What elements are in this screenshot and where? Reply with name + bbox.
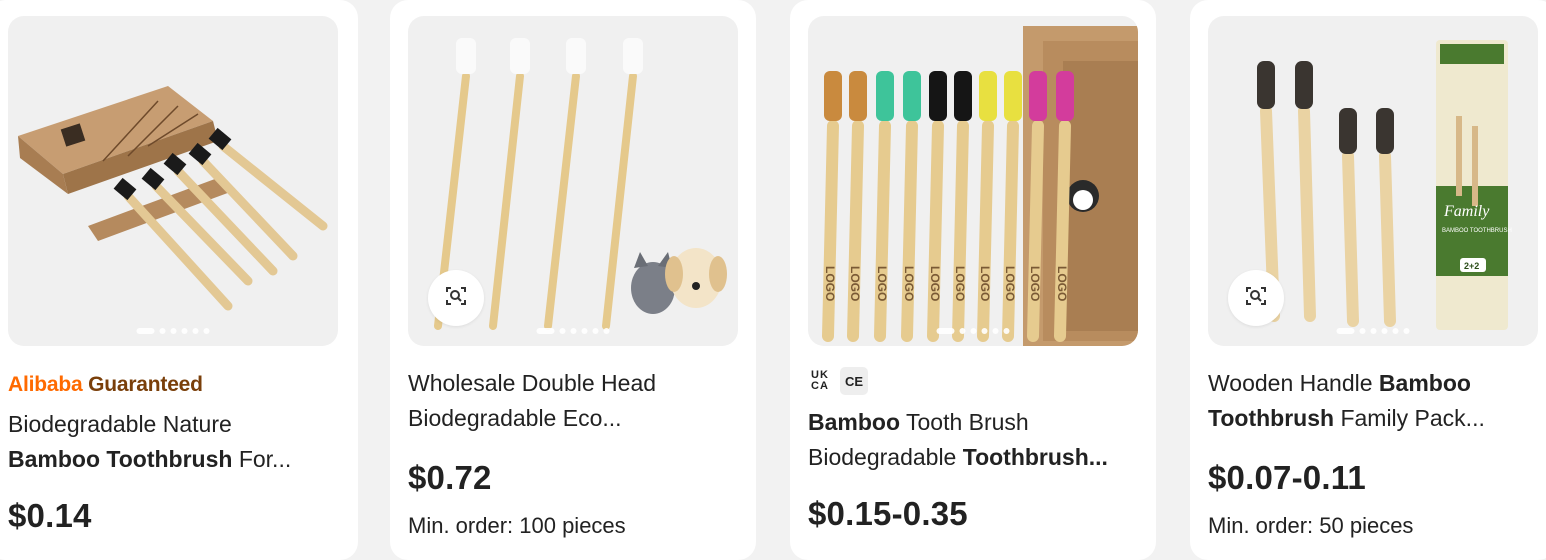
visual-search-icon (1244, 284, 1268, 313)
title-rest: Family Pack... (1340, 405, 1485, 431)
product-image[interactable] (408, 16, 738, 346)
ukca-mark-icon: UK CA (811, 369, 829, 392)
product-title[interactable]: Wholesale Double Head Biodegradable Eco.… (408, 366, 736, 436)
title-line: Wholesale Double Head (408, 370, 657, 396)
title-keyword: Bamboo (1378, 370, 1471, 396)
image-logo-text: LOGO (928, 266, 942, 301)
title-keyword: Bamboo (808, 409, 900, 435)
image-logo-text: LOGO (902, 266, 916, 301)
image-logo-text: LOGO (823, 266, 837, 301)
image-logo-text: LOGO (1028, 266, 1042, 301)
image-logo-text: LOGO (978, 266, 992, 301)
title-line: Bamboo Toothbrush For... (8, 442, 338, 477)
title-rest: Tooth Brush (905, 409, 1029, 435)
image-logo-text: LOGO (953, 266, 967, 301)
title-line: Biodegradable Toothbrush... (808, 440, 1136, 475)
box-count: 2+2 (1464, 261, 1479, 271)
title-line: Bamboo Tooth Brush (808, 405, 1136, 440)
min-order: Min. order: 50 pieces (1208, 513, 1414, 538)
product-title[interactable]: Bamboo Tooth Brush Biodegradable Toothbr… (808, 405, 1136, 475)
title-line: Biodegradable Nature (8, 411, 232, 437)
product-card[interactable]: Alibaba Guaranteed Biodegradable Nature … (0, 0, 358, 560)
product-price: $0.72 (408, 459, 492, 496)
image-logo-text: LOGO (848, 266, 862, 301)
visual-search-icon (444, 284, 468, 313)
title-line: Biodegradable Eco... (408, 405, 622, 431)
product-price: $0.15-0.35 (808, 495, 968, 532)
alibaba-label: Alibaba (8, 373, 83, 396)
image-carousel-dots[interactable] (136, 328, 210, 334)
image-carousel-dots[interactable] (536, 328, 610, 334)
image-carousel-dots[interactable] (936, 328, 1010, 334)
title-keyword: Bamboo Toothbrush (8, 446, 233, 472)
product-image[interactable]: LOGO LOGO LOGO LOGO LOGO LOGO LOGO LOGO … (808, 16, 1138, 346)
title-keyword: Toothbrush (1208, 405, 1335, 431)
title-keyword: Toothbrush... (962, 444, 1108, 470)
box-sub: BAMBOO TOOTHBRUSH (1442, 228, 1512, 234)
product-card[interactable]: Family BAMBOO TOOTHBRUSH 2+2 Wooden Hand… (1190, 0, 1546, 560)
product-title[interactable]: Biodegradable Nature Bamboo Toothbrush F… (8, 407, 338, 477)
image-logo-text: LOGO (875, 266, 889, 301)
min-order: Min. order: 100 pieces (408, 513, 626, 538)
product-price: $0.07-0.11 (1208, 459, 1366, 496)
guaranteed-label: Guaranteed (88, 373, 203, 396)
product-card[interactable]: LOGO LOGO LOGO LOGO LOGO LOGO LOGO LOGO … (790, 0, 1156, 560)
title-line: Wooden Handle Bamboo (1208, 366, 1536, 401)
image-logo-text: LOGO (1003, 266, 1017, 301)
visual-search-button[interactable] (428, 270, 484, 326)
product-title[interactable]: Wooden Handle Bamboo Toothbrush Family P… (1208, 366, 1536, 436)
product-price: $0.14 (8, 497, 92, 534)
image-carousel-dots[interactable] (1336, 328, 1410, 334)
box-label: Family (1443, 203, 1490, 220)
product-image[interactable] (8, 16, 338, 346)
product-card[interactable]: Wholesale Double Head Biodegradable Eco.… (390, 0, 756, 560)
certification-badges: UK CA CE (808, 366, 1136, 396)
title-line: Toothbrush Family Pack... (1208, 401, 1536, 436)
image-logo-text: LOGO (1055, 266, 1069, 301)
title-rest: Biodegradable (808, 444, 957, 470)
visual-search-button[interactable] (1228, 270, 1284, 326)
title-rest: For... (238, 446, 292, 472)
title-rest: Wooden Handle (1208, 370, 1373, 396)
ce-mark-icon: CE (840, 367, 868, 395)
product-image[interactable]: Family BAMBOO TOOTHBRUSH 2+2 (1208, 16, 1538, 346)
guarantee-badge: Alibaba Guaranteed (8, 366, 338, 402)
